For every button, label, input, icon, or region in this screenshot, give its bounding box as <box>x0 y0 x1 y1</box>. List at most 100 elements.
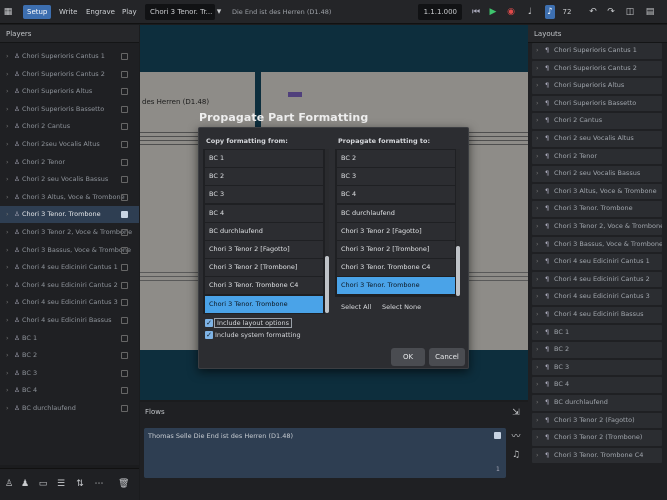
delete-icon[interactable]: 🗑 <box>118 477 129 491</box>
add-solo-player-icon[interactable]: ♙ <box>4 477 14 491</box>
player-visible-checkbox[interactable] <box>121 369 128 377</box>
layout-row[interactable]: › ¶ BC 4 <box>532 377 662 393</box>
player-row[interactable]: › ♙ BC 2 <box>0 347 139 364</box>
chevron-right-icon[interactable]: › <box>536 184 539 200</box>
copy-from-scroll-thumb[interactable] <box>325 256 329 313</box>
chevron-right-icon[interactable]: › <box>6 382 9 399</box>
cancel-button[interactable]: Cancel <box>429 348 465 366</box>
formatting-list-item[interactable]: Chori 3 Tenor. Trombone C4 <box>205 277 323 295</box>
formatting-list-item[interactable]: Chori 3 Tenor 2 [Fagotto] <box>337 222 455 240</box>
click-icon[interactable]: ♪ <box>545 5 555 19</box>
include-layout-options-checkbox[interactable]: ✓ <box>205 319 213 327</box>
layout-row[interactable]: › ¶ Chori 3 Tenor. Trombone C4 <box>532 447 662 464</box>
player-visible-checkbox[interactable] <box>121 141 128 148</box>
player-row[interactable]: › ♙ BC 1 <box>0 330 139 347</box>
chevron-right-icon[interactable]: › <box>536 78 539 94</box>
layout-row[interactable]: › ¶ BC 3 <box>532 359 662 376</box>
player-row[interactable]: › ♙ Chori 3 Tenor. Trombone <box>0 206 139 224</box>
player-visible-checkbox[interactable] <box>121 334 128 342</box>
mode-play[interactable]: Play <box>118 5 141 19</box>
player-visible-checkbox[interactable] <box>121 317 128 324</box>
flow-checkbox[interactable] <box>494 432 501 439</box>
chevron-right-icon[interactable]: › <box>6 347 9 364</box>
player-row[interactable]: › ♙ Chori Superioris Altus <box>0 83 139 100</box>
formatting-list-item[interactable]: Chori 3 Tenor. Trombone C4 <box>337 259 455 277</box>
chevron-right-icon[interactable]: › <box>6 294 9 311</box>
chevron-right-icon[interactable]: › <box>536 254 539 270</box>
layout-row[interactable]: › ¶ BC 1 <box>532 324 662 341</box>
layout-row[interactable]: › ¶ Chori 4 seu Ediciniri Bassus <box>532 307 662 323</box>
select-all-button[interactable]: Select All <box>341 303 371 311</box>
player-row[interactable]: › ♙ Chori 2 Tenor <box>0 154 139 171</box>
layout-row[interactable]: › ¶ Chori 3 Bassus, Voce & Trombone <box>532 236 662 253</box>
player-row[interactable]: › ♙ Chori 2 Cantus <box>0 118 139 135</box>
player-row[interactable]: › ♙ Chori 3 Altus, Voce & Trombone <box>0 189 139 206</box>
chevron-right-icon[interactable]: › <box>536 360 539 376</box>
chevron-right-icon[interactable]: › <box>6 224 9 241</box>
chevron-right-icon[interactable]: › <box>536 149 539 165</box>
chevron-right-icon[interactable]: › <box>536 342 539 358</box>
player-visible-checkbox[interactable] <box>121 246 128 254</box>
chevron-right-icon[interactable]: › <box>536 272 539 288</box>
propagate-to-list[interactable]: BC 2 BC 3 BC 4 BC durchlaufend Chori 3 Tenor… <box>335 149 459 297</box>
formatting-list-item[interactable]: Chori 3 Tenor. Trombone <box>205 295 323 313</box>
player-visible-checkbox[interactable] <box>121 53 128 60</box>
chevron-right-icon[interactable]: › <box>6 259 9 276</box>
player-visible-checkbox[interactable] <box>121 105 128 113</box>
player-row[interactable]: › ♙ BC 3 <box>0 365 139 382</box>
chevron-right-icon[interactable]: › <box>536 289 539 305</box>
collapse-icon[interactable]: ⇲ <box>510 406 522 420</box>
chevron-right-icon[interactable]: › <box>536 307 539 323</box>
layout-row[interactable]: › ¶ Chori Superioris Altus <box>532 78 662 94</box>
chevron-right-icon[interactable]: › <box>536 377 539 393</box>
formatting-list-item[interactable]: BC durchlaufend <box>205 222 323 240</box>
formatting-list-item[interactable]: BC 1 <box>205 150 323 167</box>
chevron-right-icon[interactable]: › <box>536 448 539 464</box>
player-visible-checkbox[interactable] <box>121 70 128 78</box>
include-system-formatting-checkbox[interactable]: ✓ <box>205 331 213 339</box>
mode-setup[interactable]: Setup <box>23 5 52 19</box>
layout-row[interactable]: › ¶ Chori 3 Altus, Voce & Trombone <box>532 183 662 200</box>
player-row[interactable]: › ♙ Chori 3 Bassus, Voce & Trombone <box>0 242 139 259</box>
chevron-right-icon[interactable]: › <box>536 61 539 77</box>
chevron-right-icon[interactable]: › <box>6 171 9 188</box>
chevron-right-icon[interactable]: › <box>6 154 9 171</box>
player-visible-checkbox[interactable] <box>121 405 128 412</box>
layout-row[interactable]: › ¶ Chori Superioris Bassetto <box>532 95 662 112</box>
player-visible-checkbox[interactable] <box>121 352 128 360</box>
chevron-right-icon[interactable]: › <box>6 48 9 65</box>
chevron-right-icon[interactable]: › <box>536 113 539 129</box>
flow-card[interactable]: Thomas Selle Die End ist des Herren (D1.… <box>144 428 506 478</box>
player-row[interactable]: › ♙ BC 4 <box>0 382 139 399</box>
formatting-list-item[interactable]: Chori 3 Tenor. Trombone <box>337 277 455 295</box>
player-row[interactable]: › ♙ Chori 4 seu Ediciniri Bassus <box>0 312 139 329</box>
include-layout-options-label[interactable]: Include layout options <box>213 318 293 328</box>
chevron-right-icon[interactable]: › <box>536 201 539 217</box>
layout-row[interactable]: › ¶ Chori 3 Tenor. Trombone <box>532 201 662 217</box>
chevron-right-icon[interactable]: › <box>536 96 539 112</box>
layout-row[interactable]: › ¶ Chori 2 Tenor <box>532 148 662 165</box>
formatting-list-item[interactable]: BC 2 <box>205 168 323 186</box>
formatting-list-item[interactable]: BC durchlaufend <box>337 204 455 222</box>
layout-row[interactable]: › ¶ Chori 3 Tenor 2, Voce & Trombone <box>532 219 662 235</box>
player-visible-checkbox[interactable] <box>121 211 128 219</box>
player-row[interactable]: › ♙ Chori 4 seu Ediciniri Cantus 2 <box>0 277 139 294</box>
player-row[interactable]: › ♙ Chori Superioris Cantus 2 <box>0 66 139 83</box>
chevron-right-icon[interactable]: › <box>6 136 9 153</box>
player-visible-checkbox[interactable] <box>121 123 128 131</box>
chevron-right-icon[interactable]: › <box>536 237 539 253</box>
player-row[interactable]: › ♙ Chori Superioris Bassetto <box>0 101 139 118</box>
player-visible-checkbox[interactable] <box>121 88 128 96</box>
formatting-list-item[interactable]: Chori 3 Tenor 2 [Trombone] <box>337 241 455 258</box>
record-icon[interactable]: ◉ <box>505 5 517 19</box>
propagate-to-scroll-thumb[interactable] <box>456 246 460 296</box>
more-icon[interactable]: ⋯ <box>94 477 104 491</box>
player-row[interactable]: › ♙ Chori 2 seu Vocalis Bassus <box>0 171 139 188</box>
select-none-button[interactable]: Select None <box>382 303 421 311</box>
layout-row[interactable]: › ¶ Chori 2 Cantus <box>532 113 662 129</box>
chevron-right-icon[interactable]: › <box>536 413 539 429</box>
chevron-right-icon[interactable]: › <box>6 277 9 294</box>
chevron-right-icon[interactable]: › <box>6 242 9 259</box>
flow-selector[interactable]: Chori 3 Tenor. Tr... <box>145 4 215 20</box>
chevron-right-icon[interactable]: › <box>6 365 9 382</box>
